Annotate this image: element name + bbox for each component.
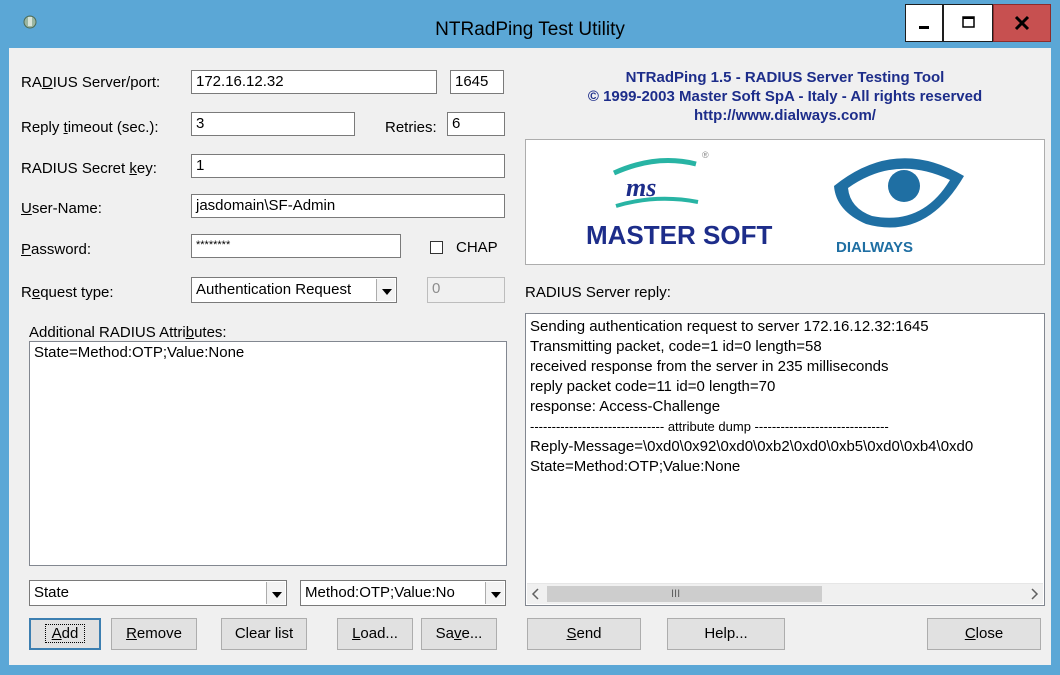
list-item[interactable]: State=Method:OTP;Value:None <box>30 342 506 363</box>
attributes-list[interactable]: State=Method:OTP;Value:None <box>29 341 507 566</box>
title-bar[interactable]: NTRadPing Test Utility <box>0 0 1060 48</box>
reply-line: response: Access-Challenge <box>530 398 721 415</box>
password-label: Password: <box>21 241 92 258</box>
server-port-field[interactable]: 1645 <box>450 70 504 94</box>
logo-panel: ms ® MASTER SOFT DIALWAYS <box>525 139 1045 265</box>
secret-key-label: RADIUS Secret key: <box>21 160 157 177</box>
scroll-left-icon[interactable] <box>527 584 545 604</box>
help-button[interactable]: Help... <box>667 618 785 650</box>
reply-timeout-field[interactable]: 3 <box>191 112 355 136</box>
request-extra-field: 0 <box>427 277 505 303</box>
request-type-label: Request type: <box>21 284 114 301</box>
load-button[interactable]: Load... <box>337 618 413 650</box>
attribute-name-select[interactable]: State <box>29 580 287 606</box>
website-link[interactable]: http://www.dialways.com/ <box>529 107 1041 124</box>
add-button[interactable]: Add <box>29 618 101 650</box>
reply-line: reply packet code=11 id=0 length=70 <box>530 378 776 395</box>
username-field[interactable]: jasdomain\SF-Admin <box>191 194 505 218</box>
clear-list-button[interactable]: Clear list <box>221 618 307 650</box>
send-button[interactable]: Send <box>527 618 641 650</box>
mastersoft-ms-text: ms <box>626 173 656 202</box>
server-port-label: RADIUS Server/port: <box>21 74 161 91</box>
mastersoft-master-text: MASTER <box>586 220 696 250</box>
chap-checkbox[interactable] <box>430 241 443 254</box>
close-window-button[interactable] <box>993 4 1051 42</box>
window-title: NTRadPing Test Utility <box>435 19 625 40</box>
dialways-logo: DIALWAYS <box>834 158 964 256</box>
remove-button[interactable]: Remove <box>111 618 197 650</box>
app-name-heading: NTRadPing 1.5 - RADIUS Server Testing To… <box>625 69 945 86</box>
request-type-value: Authentication Request <box>196 281 352 298</box>
request-type-select[interactable]: Authentication Request <box>191 277 397 303</box>
close-button[interactable]: Close <box>927 618 1041 650</box>
secret-key-field[interactable]: 1 <box>191 154 505 178</box>
app-window: NTRadPing Test Utility RADIUS Server/por… <box>0 0 1060 675</box>
mastersoft-soft-text: SOFT <box>703 220 772 250</box>
reply-timeout-label: Reply timeout (sec.): <box>21 119 159 136</box>
username-label: User-Name: <box>21 200 102 217</box>
maximize-icon <box>962 16 975 28</box>
minimize-icon <box>919 26 929 29</box>
reply-line: Sending authentication request to server… <box>530 318 929 335</box>
minimize-button[interactable] <box>905 4 943 42</box>
maximize-button[interactable] <box>943 4 993 42</box>
horizontal-scrollbar[interactable]: III <box>527 583 1043 604</box>
additional-attributes-label: Additional RADIUS Attributes: <box>29 324 227 341</box>
server-reply-box[interactable]: Sending authentication request to server… <box>525 313 1045 606</box>
attribute-name-value: State <box>34 584 70 601</box>
scroll-right-icon[interactable] <box>1025 584 1043 604</box>
chevron-down-icon[interactable] <box>485 582 504 604</box>
server-reply-label: RADIUS Server reply: <box>525 284 671 301</box>
reply-line: State=Method:OTP;Value:None <box>530 458 741 475</box>
reply-line: received response from the server in 235… <box>530 358 889 375</box>
reply-line: Transmitting packet, code=1 id=0 length=… <box>530 338 822 355</box>
mastersoft-logo: ms ® MASTER SOFT <box>586 150 772 250</box>
dialog-body: RADIUS Server/port: 172.16.12.32 1645 Re… <box>9 48 1051 665</box>
server-address-field[interactable]: 172.16.12.32 <box>191 70 437 94</box>
retries-field[interactable]: 6 <box>447 112 505 136</box>
scroll-grip-icon: III <box>671 588 681 600</box>
copyright-text: © 1999-2003 Master Soft SpA - Italy - Al… <box>587 88 983 105</box>
reply-text: Sending authentication request to server… <box>526 314 1044 480</box>
password-field[interactable]: ******** <box>191 234 401 258</box>
retries-label: Retries: <box>385 119 437 136</box>
attribute-value-value: Method:OTP;Value:No <box>305 584 455 601</box>
save-button[interactable]: Save... <box>421 618 497 650</box>
chevron-down-icon[interactable] <box>266 582 285 604</box>
trademark-mark: ® <box>702 150 709 160</box>
chevron-down-icon[interactable] <box>376 279 395 301</box>
chap-label: CHAP <box>456 239 498 256</box>
reply-line: Reply-Message=\0xd0\0x92\0xd0\0xb2\0xd0\… <box>530 438 974 455</box>
scroll-thumb[interactable]: III <box>547 586 822 602</box>
dialways-text: DIALWAYS <box>836 239 913 256</box>
close-icon <box>1014 15 1030 31</box>
reply-line: ------------------------------- attribut… <box>530 419 889 434</box>
attribute-value-select[interactable]: Method:OTP;Value:No <box>300 580 506 606</box>
